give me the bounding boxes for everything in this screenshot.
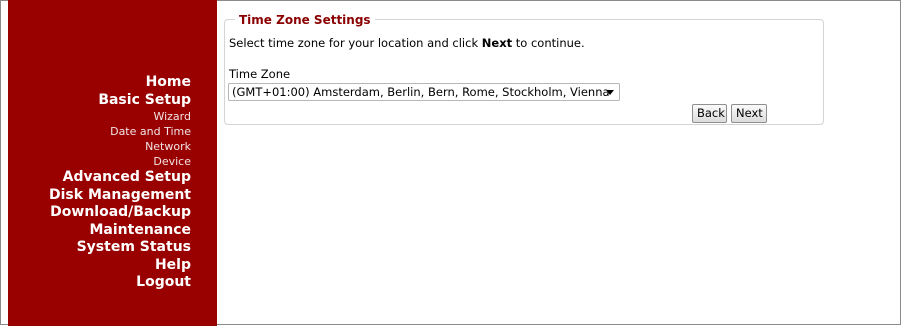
sidebar-item-download-backup[interactable]: Download/Backup xyxy=(49,204,191,222)
sidebar-item-wizard[interactable]: Wizard xyxy=(49,109,191,124)
time-zone-label: Time Zone xyxy=(229,67,291,81)
panel-legend: Time Zone Settings xyxy=(235,13,375,27)
sidebar-item-device[interactable]: Device xyxy=(49,154,191,169)
back-button[interactable]: Back xyxy=(692,104,727,123)
sidebar-item-home[interactable]: Home xyxy=(49,74,191,92)
sidebar-item-disk-management[interactable]: Disk Management xyxy=(49,187,191,205)
sidebar: Home Basic Setup Wizard Date and Time Ne… xyxy=(8,0,217,326)
chevron-down-icon xyxy=(606,90,614,95)
instruction-text: Select time zone for your location and c… xyxy=(229,36,585,50)
sidebar-item-maintenance[interactable]: Maintenance xyxy=(49,222,191,240)
time-zone-select[interactable]: (GMT+01:00) Amsterdam, Berlin, Bern, Rom… xyxy=(228,83,620,101)
time-zone-settings-panel: Time Zone Settings Select time zone for … xyxy=(224,13,824,125)
instruction-next-emphasis: Next xyxy=(481,36,513,50)
next-button[interactable]: Next xyxy=(731,104,767,123)
instruction-suffix: to continue. xyxy=(512,36,585,50)
sidebar-nav: Home Basic Setup Wizard Date and Time Ne… xyxy=(49,74,191,292)
sidebar-item-help[interactable]: Help xyxy=(49,257,191,275)
sidebar-item-date-and-time[interactable]: Date and Time xyxy=(49,124,191,139)
time-zone-selected-value: (GMT+01:00) Amsterdam, Berlin, Bern, Rom… xyxy=(232,85,610,99)
instruction-prefix: Select time zone for your location and c… xyxy=(229,36,482,50)
sidebar-item-basic-setup[interactable]: Basic Setup xyxy=(49,92,191,110)
sidebar-item-logout[interactable]: Logout xyxy=(49,274,191,292)
sidebar-item-network[interactable]: Network xyxy=(49,139,191,154)
sidebar-item-advanced-setup[interactable]: Advanced Setup xyxy=(49,169,191,187)
sidebar-item-system-status[interactable]: System Status xyxy=(49,239,191,257)
